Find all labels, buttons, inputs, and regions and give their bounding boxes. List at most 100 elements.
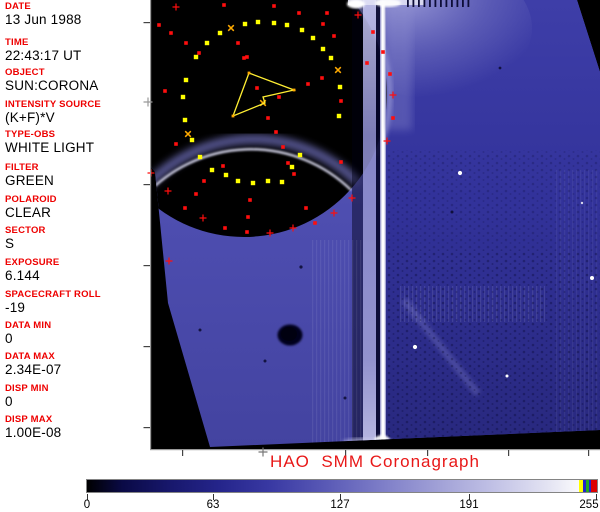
metadata-label: TYPE-OBS	[5, 129, 56, 140]
colorbar	[86, 479, 598, 493]
sidebar-entry-disp-min: DISP MIN 0	[5, 384, 149, 409]
red-fiducial-dot	[157, 23, 161, 27]
sidebar-entry-object: OBJECT SUN:CORONA	[5, 68, 149, 93]
red-stripe	[591, 480, 597, 492]
metadata-value: S	[5, 236, 15, 251]
sidebar-entry-sector: SECTOR S	[5, 226, 149, 251]
metadata-value: 0	[5, 394, 13, 409]
metadata-sidebar: DATE 13 Jun 1988 TIME 22:43:17 UT OBJECT SU…	[5, 0, 149, 460]
red-fiducial-dot	[274, 130, 278, 134]
red-fiducial-dot	[325, 11, 329, 15]
metadata-label: DISP MAX	[5, 414, 53, 425]
sidebar-entry-time: TIME 22:43:17 UT	[5, 38, 149, 63]
sidebar-entry-polaroid: POLAROID CLEAR	[5, 195, 149, 220]
yellow-fiducial-dot	[197, 154, 203, 160]
sidebar-entry-data-max: DATA MAX 2.34E-07	[5, 352, 149, 377]
red-fiducial-dot	[194, 192, 198, 196]
yellow-fiducial-dot	[242, 21, 248, 27]
red-fiducial-dot	[222, 3, 226, 7]
metadata-value: 2.34E-07	[5, 362, 62, 377]
red-fiducial-dot	[313, 221, 317, 225]
red-fiducial-dot	[292, 172, 296, 176]
red-fiducial-dot	[242, 56, 246, 60]
red-fiducial-dot	[174, 142, 178, 146]
yellow-fiducial-dot	[182, 117, 188, 123]
yellow-fiducial-dot	[193, 54, 199, 60]
red-fiducial-dot	[245, 230, 249, 234]
red-fiducial-dot	[365, 61, 369, 65]
red-fiducial-dot	[381, 50, 385, 54]
yellow-fiducial-dot	[289, 164, 295, 170]
sidebar-entry-data-min: DATA MIN 0	[5, 321, 149, 346]
metadata-value: SUN:CORONA	[5, 78, 99, 93]
red-fiducial-dot	[388, 72, 392, 76]
plot-title: HAO SMM Coronagraph	[270, 452, 480, 471]
yellow-fiducial-dot	[279, 179, 285, 185]
metadata-value: 0	[5, 331, 13, 346]
colorbar-tick-label: 255	[579, 499, 599, 511]
sidebar-entry-spacecraft-roll: SPACECRAFT ROLL -19	[5, 290, 149, 315]
yellow-fiducial-dot	[255, 19, 261, 25]
metadata-label: DISP MIN	[5, 383, 49, 394]
red-fiducial-dot	[236, 41, 240, 45]
red-fiducial-dot	[339, 99, 343, 103]
red-fiducial-dot	[339, 160, 343, 164]
red-fiducial-dot	[169, 31, 173, 35]
app-window: DATE 13 Jun 1988 TIME 22:43:17 UT OBJECT SU…	[0, 0, 600, 512]
sidebar-entry-type-obs: TYPE-OBS WHITE LIGHT	[5, 130, 149, 155]
metadata-label: POLAROID	[5, 194, 57, 205]
metadata-value: CLEAR	[5, 205, 52, 220]
red-fiducial-dot	[272, 4, 276, 8]
yellow-fiducial-dot	[180, 94, 186, 100]
sidebar-entry-date: DATE 13 Jun 1988	[5, 2, 149, 27]
metadata-label: DATE	[5, 1, 31, 12]
yellow-fiducial-dot	[217, 30, 223, 36]
metadata-label: OBJECT	[5, 67, 45, 78]
triangle-vertex-dot	[231, 114, 235, 118]
metadata-value: -19	[5, 300, 26, 315]
metadata-label: EXPOSURE	[5, 257, 60, 268]
metadata-label: DATA MIN	[5, 320, 52, 331]
yellow-fiducial-dot	[235, 178, 241, 184]
metadata-label: TIME	[5, 37, 29, 48]
red-fiducial-dot	[255, 86, 259, 90]
yellow-fiducial-dot	[299, 27, 305, 33]
red-fiducial-dot	[297, 11, 301, 15]
red-fiducial-dot	[248, 198, 252, 202]
metadata-value: 13 Jun 1988	[5, 12, 82, 27]
yellow-fiducial-dot	[337, 84, 343, 90]
metadata-value: 6.144	[5, 268, 40, 283]
metadata-label: SPACECRAFT ROLL	[5, 289, 101, 300]
metadata-label: SECTOR	[5, 225, 46, 236]
red-fiducial-dot	[304, 206, 308, 210]
red-fiducial-dot	[286, 161, 290, 165]
red-fiducial-dot	[371, 30, 375, 34]
yellow-fiducial-dot	[189, 137, 195, 143]
yellow-fiducial-dot	[336, 113, 342, 119]
colorbar-tick-label: 0	[83, 499, 91, 511]
red-fiducial-dot	[163, 89, 167, 93]
yellow-fiducial-dot	[183, 77, 189, 83]
sidebar-entry-exposure: EXPOSURE 6.144	[5, 258, 149, 283]
yellow-fiducial-dot	[265, 178, 271, 184]
red-fiducial-dot	[320, 76, 324, 80]
yellow-fiducial-dot	[271, 20, 277, 26]
red-fiducial-dot	[184, 41, 188, 45]
yellow-fiducial-dot	[209, 167, 215, 173]
yellow-fiducial-dot	[297, 152, 303, 158]
red-fiducial-dot	[223, 226, 227, 230]
colorbar-tick-label: 127	[330, 499, 350, 511]
metadata-label: DATA MAX	[5, 351, 55, 362]
yellow-fiducial-dot	[284, 22, 290, 28]
colorbar-tick-label: 63	[206, 499, 220, 511]
metadata-value: WHITE LIGHT	[5, 140, 95, 155]
red-fiducial-dot	[246, 215, 250, 219]
red-fiducial-dot	[183, 206, 187, 210]
triangle-vertex-dot	[247, 71, 251, 75]
sidebar-entry-disp-max: DISP MAX 1.00E-08	[5, 415, 149, 440]
sidebar-entry-filter: FILTER GREEN	[5, 163, 149, 188]
triangle-vertex-dot	[292, 88, 296, 92]
red-fiducial-dot	[321, 22, 325, 26]
colorbar-tick-label: 191	[459, 499, 479, 511]
yellow-fiducial-dot	[320, 46, 326, 52]
